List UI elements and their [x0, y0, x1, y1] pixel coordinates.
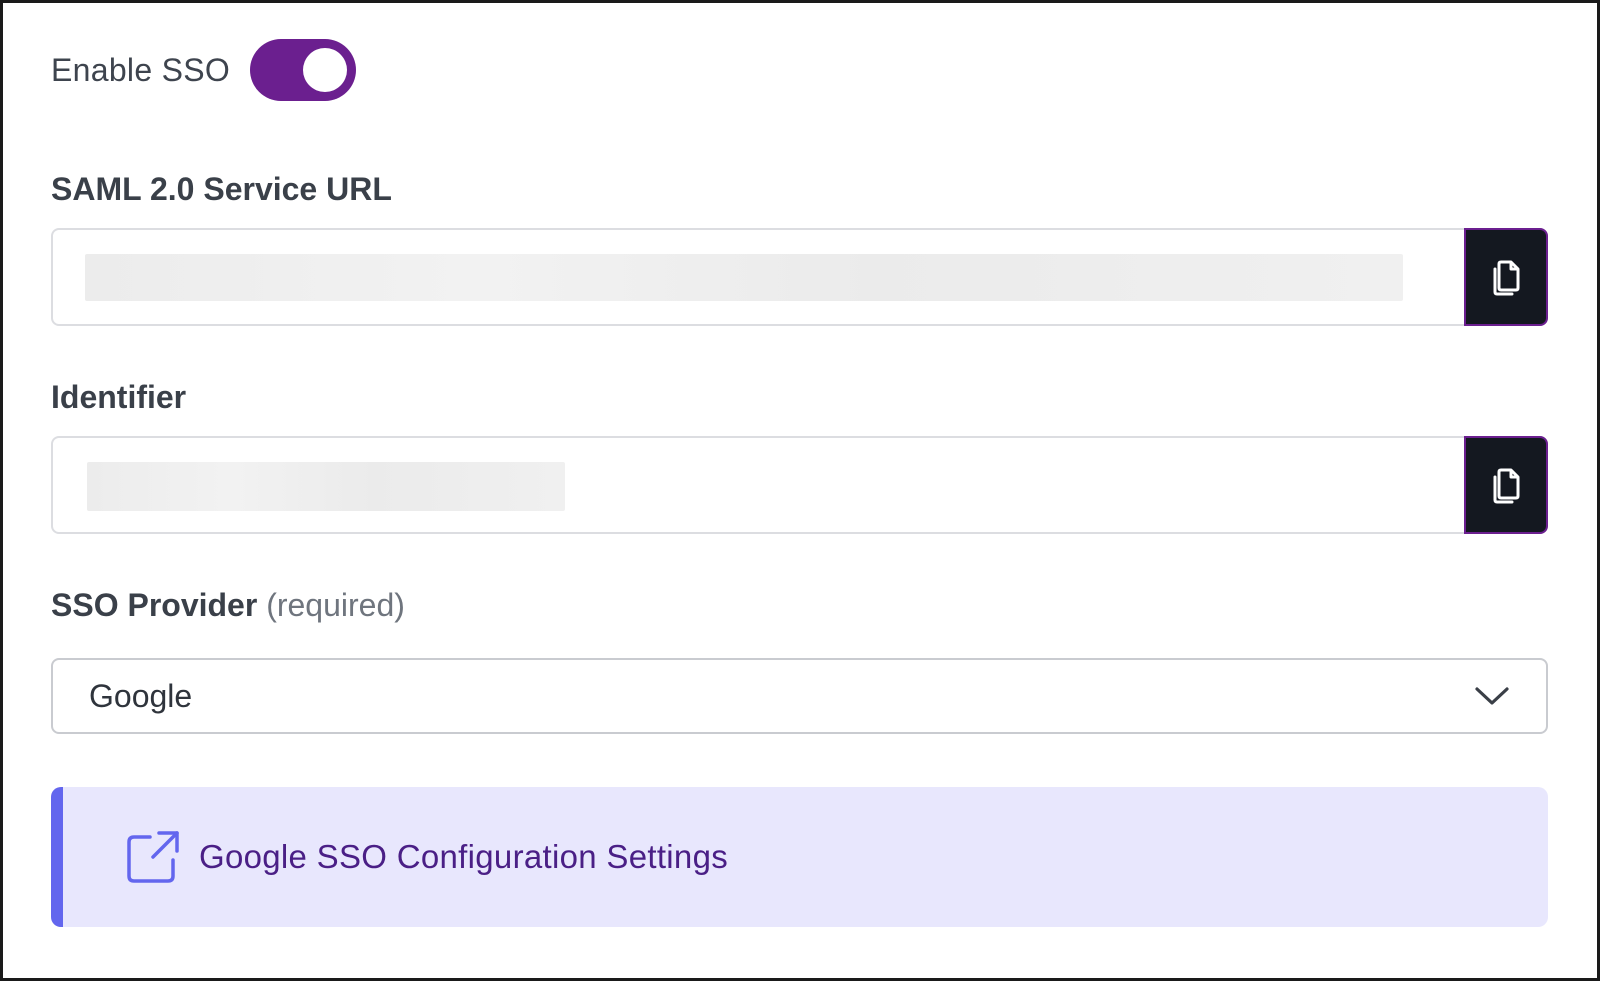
- sso-settings-panel: Enable SSO SAML 2.0 Service URL Identifi…: [0, 0, 1600, 981]
- identifier-copy-button[interactable]: [1464, 436, 1548, 534]
- copy-icon: [1493, 260, 1520, 296]
- sso-provider-select[interactable]: Google: [51, 658, 1548, 734]
- enable-sso-label: Enable SSO: [51, 51, 231, 88]
- toggle-knob: [303, 48, 348, 92]
- saml-url-label-text: SAML 2.0 Service URL: [51, 171, 392, 207]
- config-settings-callout: Google SSO Configuration Settings: [51, 787, 1548, 927]
- required-indicator: (required): [266, 587, 405, 623]
- sso-provider-selected-value: Google: [89, 677, 193, 714]
- identifier-label: Identifier: [51, 379, 186, 416]
- identifier-value[interactable]: [53, 438, 1464, 532]
- chevron-down-icon: [1475, 687, 1509, 705]
- enable-sso-row: Enable SSO: [51, 39, 357, 101]
- identifier-label-text: Identifier: [51, 379, 187, 415]
- copy-icon: [1493, 468, 1520, 504]
- callout-accent-bar: [51, 787, 63, 927]
- google-sso-config-link[interactable]: Google SSO Configuration Settings: [125, 829, 728, 885]
- enable-sso-toggle[interactable]: [250, 39, 357, 101]
- identifier-field[interactable]: [51, 436, 1548, 534]
- config-link-text[interactable]: Google SSO Configuration Settings: [199, 838, 728, 876]
- sso-provider-label: SSO Provider (required): [51, 587, 405, 624]
- saml-url-label: SAML 2.0 Service URL: [51, 171, 392, 208]
- saml-url-value[interactable]: [53, 230, 1464, 324]
- saml-url-copy-button[interactable]: [1464, 228, 1548, 326]
- sso-provider-label-text: SSO Provider: [51, 587, 258, 623]
- external-link-icon: [127, 831, 179, 883]
- saml-url-field[interactable]: [51, 228, 1548, 326]
- redacted-value: [85, 254, 1403, 301]
- redacted-value: [87, 462, 565, 511]
